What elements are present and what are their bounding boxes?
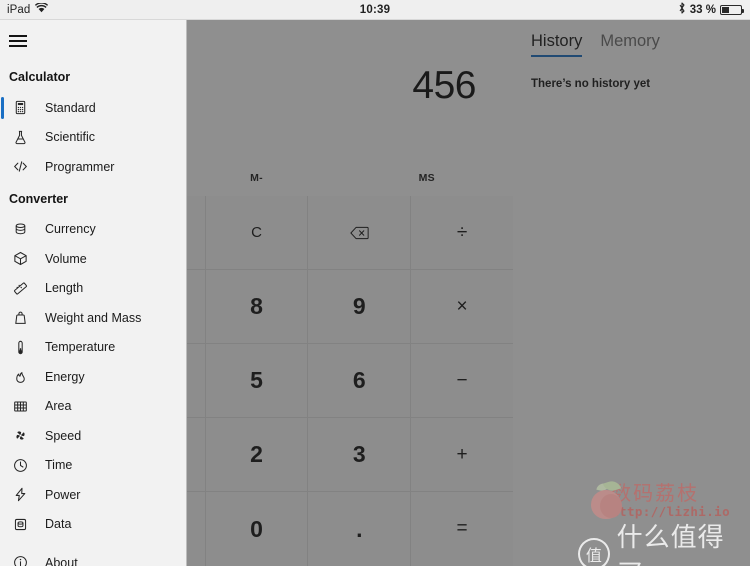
status-bar: iPad 10:39 33 % xyxy=(0,0,750,20)
sidebar-item-label: Temperature xyxy=(45,340,116,355)
cube-icon xyxy=(9,249,31,269)
status-bar-clock: 10:39 xyxy=(359,3,391,16)
sidebar-item-area[interactable]: Area xyxy=(0,392,186,422)
bluetooth-icon xyxy=(678,2,686,17)
lizhi-watermark: 数码荔枝 http://lizhi.io xyxy=(586,478,730,522)
sidebar-item-volume[interactable]: Volume xyxy=(0,244,186,274)
selection-indicator xyxy=(1,97,4,119)
sidebar-item-weight-and-mass[interactable]: Weight and Mass xyxy=(0,303,186,333)
device-name: iPad xyxy=(7,3,31,16)
navigation-sidebar: Calculator Standard Scientific Programmer Co… xyxy=(0,20,187,566)
sidebar-item-length[interactable]: Length xyxy=(0,274,186,304)
lizhi-watermark-text: 数码荔枝 http://lizhi.io xyxy=(611,480,730,519)
sidebar-item-label: About xyxy=(45,555,78,566)
lightning-icon xyxy=(9,485,31,505)
sidebar-item-energy[interactable]: Energy xyxy=(0,362,186,392)
pinwheel-icon xyxy=(9,426,31,446)
hamburger-menu-icon[interactable] xyxy=(0,22,46,60)
sidebar-item-currency[interactable]: Currency xyxy=(0,215,186,245)
code-icon xyxy=(9,157,31,177)
sidebar-item-power[interactable]: Power xyxy=(0,480,186,510)
smzdm-watermark: 值 什么值得买 xyxy=(578,517,750,566)
sidebar-item-label: Power xyxy=(45,487,81,502)
wifi-icon xyxy=(35,2,49,16)
clock-icon xyxy=(9,455,31,475)
sidebar-item-label: Volume xyxy=(45,251,87,266)
info-icon xyxy=(9,553,31,566)
sidebar-item-speed[interactable]: Speed xyxy=(0,421,186,451)
sidebar-group-title: Converter xyxy=(9,191,69,206)
grid-icon xyxy=(9,396,31,416)
sidebar-item-label: Currency xyxy=(45,222,96,237)
flame-icon xyxy=(9,367,31,387)
flask-icon xyxy=(9,127,31,147)
sidebar-item-label: Energy xyxy=(45,369,85,384)
sidebar-item-standard[interactable]: Standard xyxy=(0,93,186,123)
sidebar-item-label: Area xyxy=(45,399,72,414)
sidebar-group-title: Calculator xyxy=(9,70,71,84)
data-chip-icon xyxy=(9,514,31,534)
lizhi-brand-name: 数码荔枝 xyxy=(611,480,700,505)
ruler-icon xyxy=(9,278,31,298)
sidebar-item-data[interactable]: Data xyxy=(0,510,186,540)
coins-icon xyxy=(9,219,31,239)
sidebar-item-programmer[interactable]: Programmer xyxy=(0,152,186,182)
sidebar-item-label: Programmer xyxy=(45,159,115,174)
smzdm-brand-name: 什么值得买 xyxy=(616,523,725,566)
sidebar-item-label: Scientific xyxy=(45,130,96,145)
sidebar-item-temperature[interactable]: Temperature xyxy=(0,333,186,363)
sidebar-item-label: Speed xyxy=(45,428,82,443)
sidebar-item-label: Time xyxy=(45,458,73,473)
status-bar-left: iPad xyxy=(0,2,200,16)
smzdm-badge-icon: 值 xyxy=(578,538,610,566)
status-bar-right: 33 % xyxy=(550,2,750,17)
sidebar-item-label: Standard xyxy=(45,100,96,115)
thermometer-icon xyxy=(9,337,31,357)
sidebar-item-label: Data xyxy=(45,517,72,532)
lychee-logo-icon xyxy=(586,478,622,521)
battery-percent-label: 33 % xyxy=(689,3,716,16)
battery-icon xyxy=(720,4,744,15)
calculator-icon xyxy=(9,98,31,118)
sidebar-item-scientific[interactable]: Scientific xyxy=(0,123,186,153)
sidebar-item-label: Weight and Mass xyxy=(45,310,142,325)
weight-icon xyxy=(9,308,31,328)
sidebar-item-label: Length xyxy=(45,281,84,296)
app-root: iPad 10:39 33 % 456 xyxy=(0,0,750,566)
sidebar-item-time[interactable]: Time xyxy=(0,451,186,481)
sidebar-item-about[interactable]: About xyxy=(0,548,186,566)
